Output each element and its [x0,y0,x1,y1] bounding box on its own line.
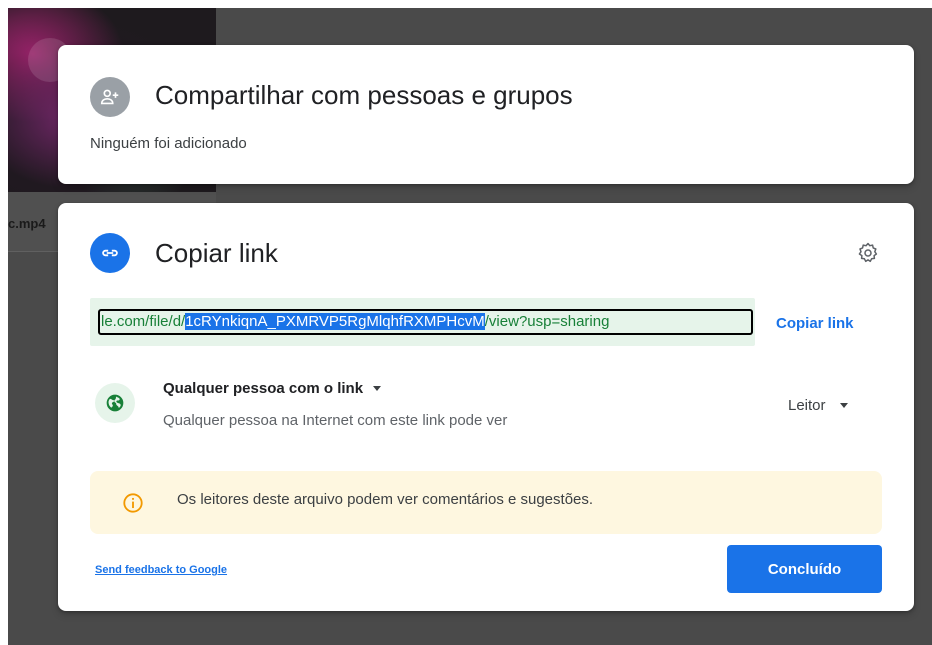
role-dropdown[interactable]: Leitor [788,397,848,414]
access-scope-dropdown[interactable]: Qualquer pessoa com o link [163,380,382,397]
access-scope-label: Qualquer pessoa com o link [163,380,364,397]
copy-link-button[interactable]: Copiar link [776,315,854,332]
info-text: Os leitores deste arquivo podem ver come… [177,491,594,508]
file-name: c.mp4 [8,216,46,231]
link-field-container: le.com/file/d/1cRYnkiqnA_PXMRVP5RgMlqhfR… [90,298,755,346]
person-add-icon [90,77,130,117]
link-url-suffix: /view?usp=sharing [484,313,610,330]
info-icon [123,493,143,513]
share-subtitle: Ninguém foi adicionado [90,135,247,152]
share-title: Compartilhar com pessoas e grupos [155,80,573,110]
link-url-field[interactable]: le.com/file/d/1cRYnkiqnA_PXMRVP5RgMlqhfR… [98,309,753,335]
access-description: Qualquer pessoa na Internet com este lin… [163,412,508,429]
link-url-selected: 1cRYnkiqnA_PXMRVP5RgMlqhfRXMPHcvM [185,313,485,330]
done-button[interactable]: Concluído [727,545,882,593]
role-label: Leitor [788,397,826,414]
copy-link-title: Copiar link [155,238,278,268]
send-feedback-link[interactable]: Send feedback to Google [95,564,227,576]
globe-icon [95,383,135,423]
gear-icon[interactable] [854,239,882,267]
chevron-down-icon [839,403,848,408]
chevron-down-icon [373,386,382,391]
link-icon [90,233,130,273]
link-url-prefix: le.com/file/d/ [101,313,186,330]
info-banner: Os leitores deste arquivo podem ver come… [90,471,882,534]
share-people-panel: Compartilhar com pessoas e grupos Ningué… [58,45,914,184]
copy-link-panel: Copiar link le.com/file/d/1cRYnkiqnA_PXM… [58,203,914,611]
